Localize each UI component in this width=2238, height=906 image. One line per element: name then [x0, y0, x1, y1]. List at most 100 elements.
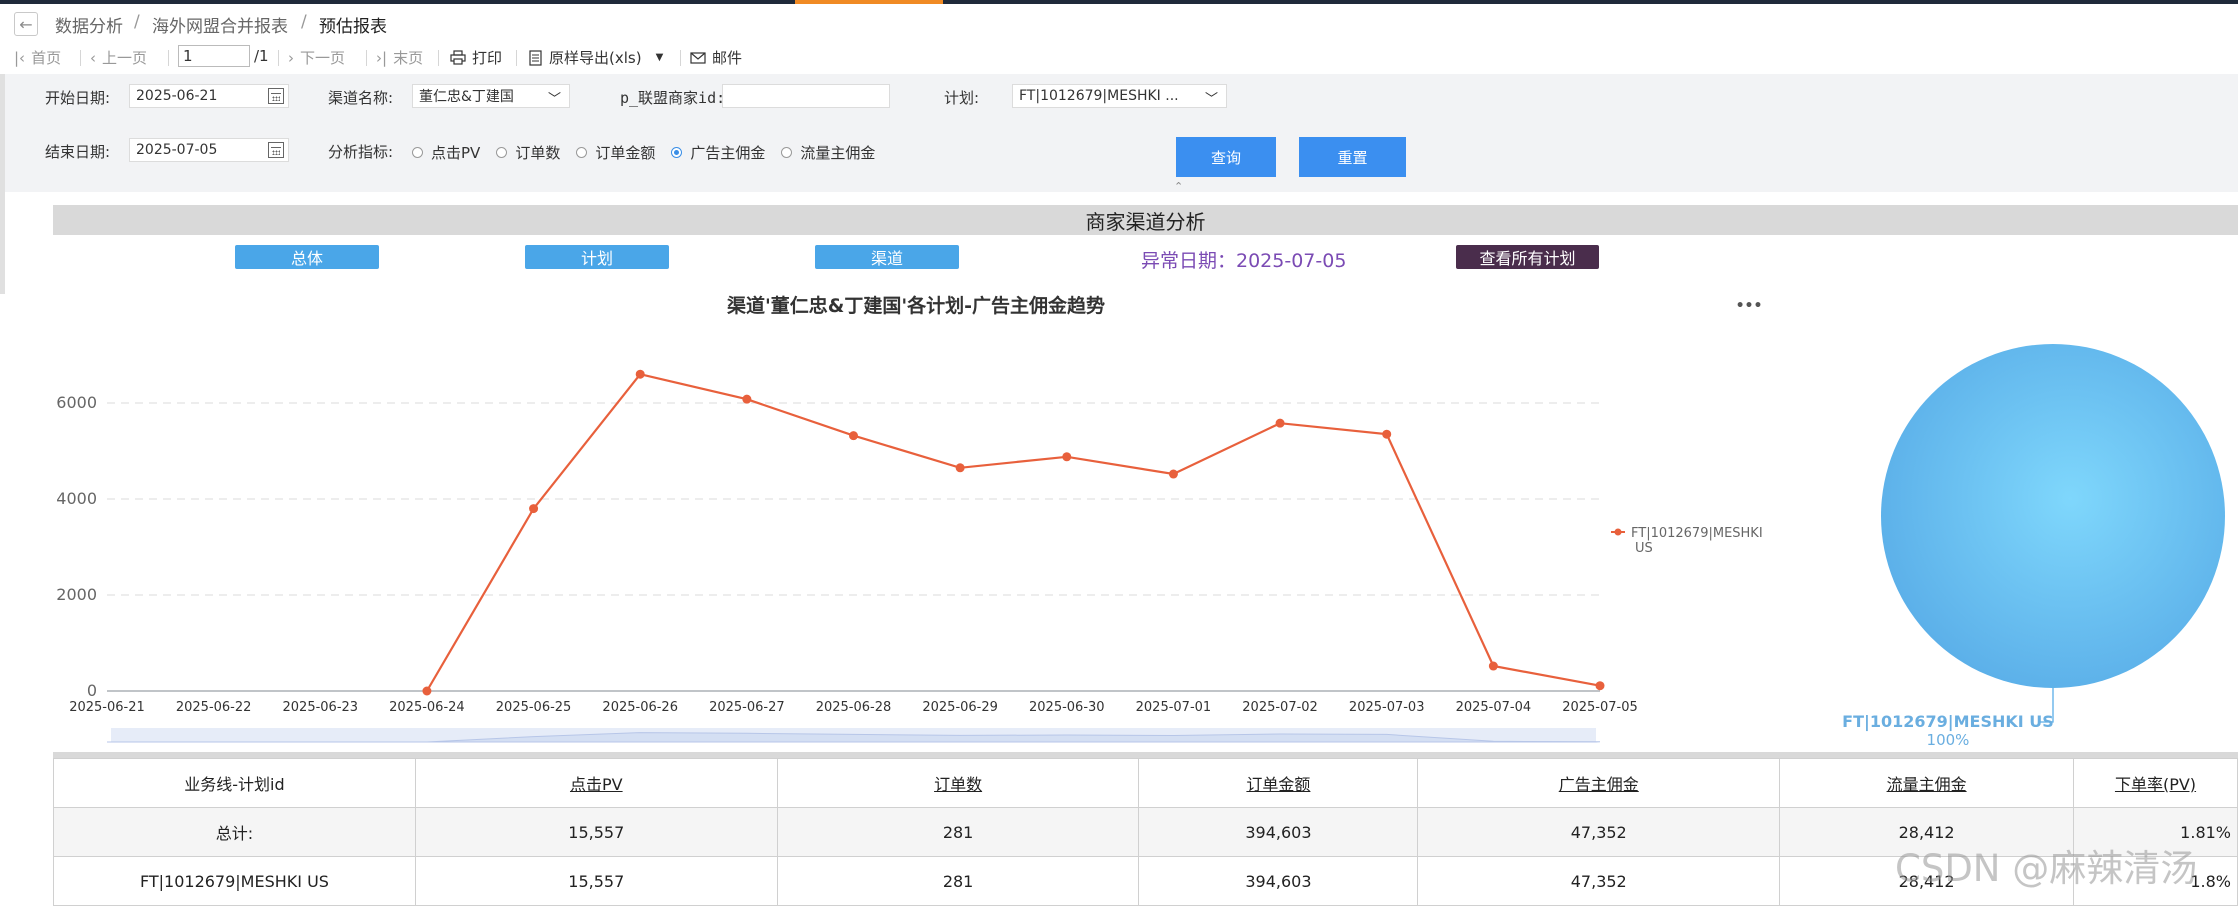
table-cell: 47,352	[1417, 807, 1781, 857]
metric-radio-publisher-commission[interactable]: 流量主佣金	[781, 142, 875, 163]
x-tick-label: 2025-07-01	[1136, 700, 1212, 715]
x-tick-label: 2025-07-04	[1456, 700, 1532, 715]
column-header-click-pv[interactable]: 点击PV	[414, 758, 778, 808]
prev-page-button[interactable]: ‹ 上一页	[90, 47, 147, 68]
metric-radio-advertiser-commission[interactable]: 广告主佣金	[671, 142, 765, 163]
data-point[interactable]	[1488, 661, 1498, 671]
back-arrow-icon[interactable]: ←	[14, 12, 38, 36]
top-accent-bar	[0, 0, 2238, 4]
page-number-input[interactable]	[178, 45, 250, 67]
collapse-filters-icon[interactable]: ⌃	[1174, 180, 1183, 193]
x-tick-label: 2025-07-03	[1349, 700, 1425, 715]
column-header-orders[interactable]: 订单数	[776, 758, 1140, 808]
column-header-publisher-commission[interactable]: 流量主佣金	[1779, 758, 2075, 808]
first-page-button[interactable]: |‹ 首页	[14, 47, 61, 68]
next-page-button[interactable]: › 下一页	[288, 47, 345, 68]
data-point[interactable]	[1595, 681, 1605, 691]
radio-button[interactable]	[781, 147, 793, 158]
breadcrumb-item-data-analysis[interactable]: 数据分析	[55, 12, 123, 37]
tab-overall[interactable]: 总体	[235, 245, 379, 269]
metric-radio-order-amount[interactable]: 订单金额	[576, 142, 655, 163]
metric-radio-click-pv[interactable]: 点击PV	[412, 142, 480, 163]
radio-button[interactable]	[412, 147, 423, 158]
export-xls-button[interactable]: 原样导出(xls) ▼	[528, 47, 663, 68]
column-header-advertiser-commission[interactable]: 广告主佣金	[1417, 758, 1781, 808]
radio-button-selected[interactable]	[671, 147, 683, 158]
plan-label: 计划:	[944, 89, 980, 107]
table-cell: FT|1012679|MESHKI US	[53, 856, 416, 906]
x-tick-label: 2025-06-29	[922, 700, 998, 715]
plan-select[interactable]: FT|1012679|MESHKI ... ﹀	[1012, 84, 1227, 108]
print-button[interactable]: 打印	[450, 47, 502, 68]
divider	[438, 50, 439, 66]
table-header-row: 业务线-计划id 点击PV 订单数 订单金额 广告主佣金 流量主佣金 下单率(P…	[53, 758, 2238, 808]
chart-menu-icon[interactable]: •••	[1736, 298, 1763, 314]
table-cell: 总计:	[53, 807, 416, 857]
divider	[278, 50, 279, 66]
mail-button[interactable]: 邮件	[690, 47, 742, 68]
radio-button[interactable]	[576, 147, 588, 158]
mail-icon	[690, 51, 706, 64]
tab-plan[interactable]: 计划	[525, 245, 669, 269]
data-point[interactable]	[529, 504, 539, 514]
breadcrumb: ← 数据分析 / 海外网盟合并报表 / 预估报表	[0, 8, 2238, 38]
data-point[interactable]	[1382, 429, 1392, 439]
radio-button[interactable]	[496, 147, 508, 158]
data-point[interactable]	[1062, 452, 1072, 462]
data-point[interactable]	[422, 686, 432, 696]
metric-radio-group: 点击PV 订单数 订单金额 广告主佣金 流量主佣金	[412, 142, 891, 163]
data-point[interactable]	[635, 369, 645, 379]
report-title: 商家渠道分析	[53, 205, 2238, 235]
metric-label: 分析指标:	[328, 143, 394, 161]
merchant-id-input[interactable]	[722, 84, 890, 108]
end-date-field[interactable]: 2025-07-05	[129, 138, 289, 162]
divider	[366, 50, 367, 66]
query-button[interactable]: 查询	[1176, 137, 1276, 177]
divider	[680, 50, 681, 66]
x-tick-label: 2025-06-23	[283, 700, 359, 715]
chart-title: 渠道'董仁忠&丁建国'各计划-广告主佣金趋势	[727, 294, 1105, 317]
column-header-order-rate[interactable]: 下单率(PV)	[2073, 758, 2238, 808]
legend-label[interactable]: US	[1635, 541, 1653, 556]
export-file-icon	[529, 49, 542, 66]
calendar-icon[interactable]	[268, 142, 284, 158]
reset-button[interactable]: 重置	[1299, 137, 1406, 177]
report-toolbar: |‹ 首页 ‹ 上一页 /1 › 下一页 ›| 末页 打印 原样导出(xls) ▼ 邮件	[0, 44, 2238, 72]
pie-slice-percent: 100%	[1927, 731, 1970, 745]
x-tick-label: 2025-07-05	[1562, 700, 1638, 715]
last-page-icon: ›|	[376, 48, 388, 67]
last-page-button[interactable]: ›| 末页	[376, 47, 423, 68]
view-all-plans-button[interactable]: 查看所有计划	[1456, 245, 1599, 269]
chevron-down-icon: ﹀	[547, 92, 561, 107]
abnormal-date-text: 异常日期：2025-07-05	[1141, 250, 1347, 272]
data-point[interactable]	[1275, 418, 1285, 428]
start-date-label: 开始日期:	[45, 89, 111, 107]
data-point[interactable]	[742, 394, 752, 404]
table-cell: 281	[776, 856, 1140, 906]
data-point[interactable]	[849, 431, 858, 441]
breadcrumb-item-merged-report[interactable]: 海外网盟合并报表	[152, 12, 288, 37]
chevron-left-icon: ‹	[90, 48, 96, 67]
legend-marker-icon	[1614, 528, 1622, 536]
channel-label: 渠道名称:	[328, 89, 394, 107]
breadcrumb-item-current: 预估报表	[319, 17, 387, 37]
table-cell: 15,557	[414, 856, 778, 906]
legend-label[interactable]: FT|1012679|MESHKI	[1631, 526, 1763, 541]
x-tick-label: 2025-06-25	[496, 700, 572, 715]
table-cell: 281	[776, 807, 1140, 857]
channel-select[interactable]: 董仁忠&丁建国 ﹀	[412, 84, 570, 108]
divider	[168, 50, 169, 66]
calendar-icon[interactable]	[268, 88, 284, 104]
filter-panel: 开始日期: 2025-06-21 渠道名称: 董仁忠&丁建国 ﹀ p_联盟商家i…	[0, 74, 2238, 192]
line-chart: 渠道'董仁忠&丁建国'各计划-广告主佣金趋势 ••• 0 2000 4000 6000…	[56, 294, 1763, 743]
left-scroll-edge	[0, 74, 5, 294]
data-point[interactable]	[1168, 469, 1178, 479]
column-header-order-amount[interactable]: 订单金额	[1138, 758, 1419, 808]
divider	[80, 50, 81, 66]
metric-radio-orders[interactable]: 订单数	[496, 142, 560, 163]
pie-slice[interactable]	[1881, 344, 2225, 688]
start-date-field[interactable]: 2025-06-21	[129, 84, 289, 108]
data-point[interactable]	[955, 463, 965, 473]
caret-down-icon[interactable]: ▼	[656, 52, 664, 63]
tab-channel[interactable]: 渠道	[815, 245, 959, 269]
